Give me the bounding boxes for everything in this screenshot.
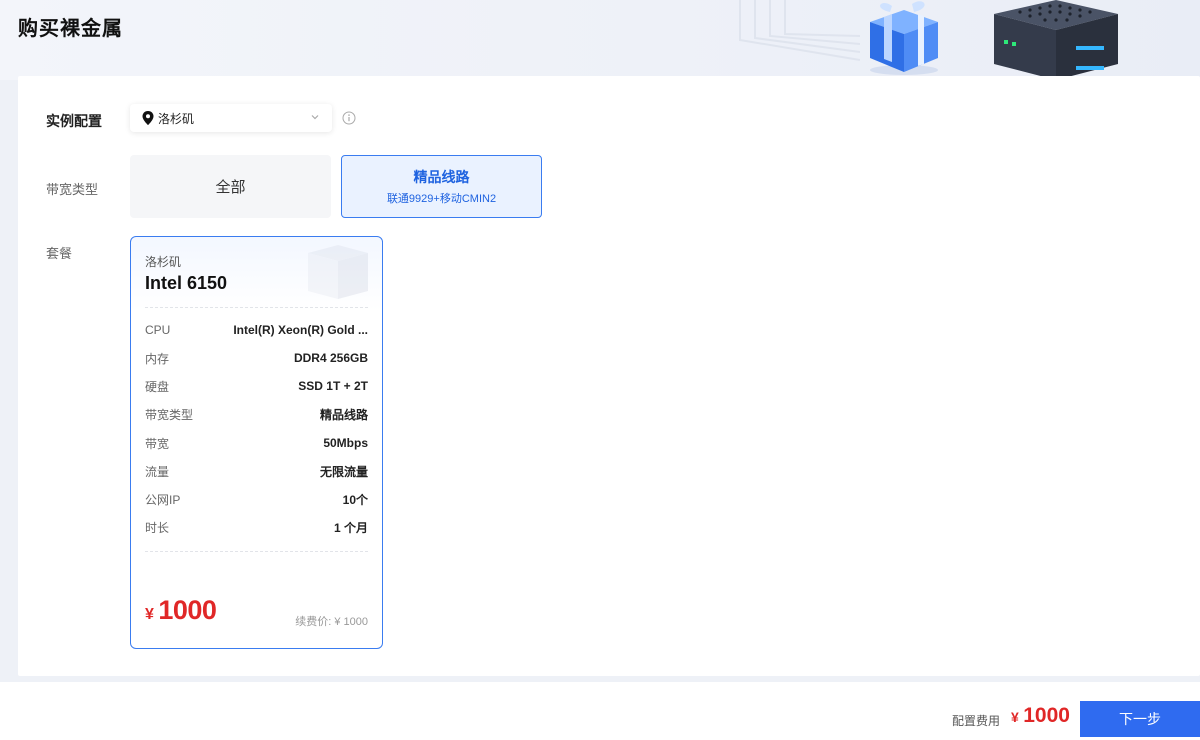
spec-key: 流量 <box>145 464 170 479</box>
footer-bar: 配置费用 ¥ 1000 下一步 <box>0 682 1200 740</box>
plan-name: Intel 6150 <box>145 273 228 293</box>
spec-value: DDR4 256GB <box>293 351 368 365</box>
spec-value: 50Mbps <box>323 436 368 450</box>
plan-price: ¥ 1000 <box>145 595 217 626</box>
page-title: 购买裸金属 <box>18 18 123 40</box>
fee-symbol: ¥ <box>1011 709 1019 725</box>
spec-key: 公网IP <box>145 492 181 507</box>
purchase-form: 实例配置 洛杉矶 带宽类型 全部 精品线路 联通9929+移动CMIN2 套餐 … <box>18 76 1200 676</box>
info-icon[interactable] <box>342 111 356 125</box>
spec-row: 时长 1 个月 <box>145 517 368 537</box>
package-label: 套餐 <box>46 246 73 261</box>
spec-key: CPU <box>145 323 171 337</box>
next-button[interactable]: 下一步 <box>1080 701 1200 737</box>
plan-card[interactable]: 洛杉矶 Intel 6150 CPU Intel(R) Xeon(R) Gold… <box>130 236 383 649</box>
server-watermark-icon <box>308 245 368 299</box>
divider <box>145 551 368 552</box>
spec-row: 公网IP 10个 <box>145 489 368 509</box>
spec-value: 无限流量 <box>319 464 368 479</box>
page-header: 购买裸金属 <box>0 0 1200 80</box>
fee-label: 配置费用 <box>952 714 1001 728</box>
bandwidth-option-label: 精品线路 <box>413 169 470 185</box>
price-symbol: ¥ <box>145 606 154 623</box>
plan-region: 洛杉矶 <box>145 255 182 269</box>
region-select[interactable]: 洛杉矶 <box>130 104 332 132</box>
spec-key: 带宽类型 <box>145 407 194 422</box>
region-select-value: 洛杉矶 <box>158 111 195 126</box>
spec-row: 带宽类型 精品线路 <box>145 404 368 424</box>
spec-row: 带宽 50Mbps <box>145 433 368 453</box>
spec-row: CPU Intel(R) Xeon(R) Gold ... <box>145 320 368 340</box>
decorative-lines-icon <box>739 0 860 61</box>
bandwidth-option-premium[interactable]: 精品线路 联通9929+移动CMIN2 <box>341 155 542 218</box>
spec-row: 内存 DDR4 256GB <box>145 348 368 368</box>
map-pin-icon <box>142 111 154 125</box>
spec-key: 时长 <box>145 520 170 535</box>
gift-box-icon <box>870 1 938 75</box>
instance-config-label: 实例配置 <box>46 113 102 129</box>
spec-key: 硬盘 <box>145 379 170 394</box>
bandwidth-option-all[interactable]: 全部 <box>130 155 331 218</box>
bandwidth-option-subtitle: 联通9929+移动CMIN2 <box>386 193 497 205</box>
spec-row: 硬盘 SSD 1T + 2T <box>145 376 368 396</box>
spec-value: 10个 <box>342 492 368 507</box>
fee-value: ¥ 1000 <box>1011 704 1070 728</box>
fee-amount: 1000 <box>1023 704 1070 727</box>
spec-key: 内存 <box>145 351 170 366</box>
spec-value: 1 个月 <box>333 520 368 535</box>
spec-value: 精品线路 <box>319 407 368 422</box>
spec-row: 流量 无限流量 <box>145 461 368 481</box>
spec-key: 带宽 <box>145 436 170 451</box>
renew-price: 续费价: ¥ 1000 <box>295 616 368 628</box>
bandwidth-option-label: 全部 <box>215 179 246 196</box>
server-icon <box>994 0 1118 80</box>
divider <box>145 307 368 308</box>
price-value: 1000 <box>158 595 217 625</box>
spec-value: SSD 1T + 2T <box>298 379 368 393</box>
bandwidth-type-label: 带宽类型 <box>46 182 99 197</box>
spec-value: Intel(R) Xeon(R) Gold ... <box>233 323 368 337</box>
chevron-down-icon <box>310 112 320 122</box>
